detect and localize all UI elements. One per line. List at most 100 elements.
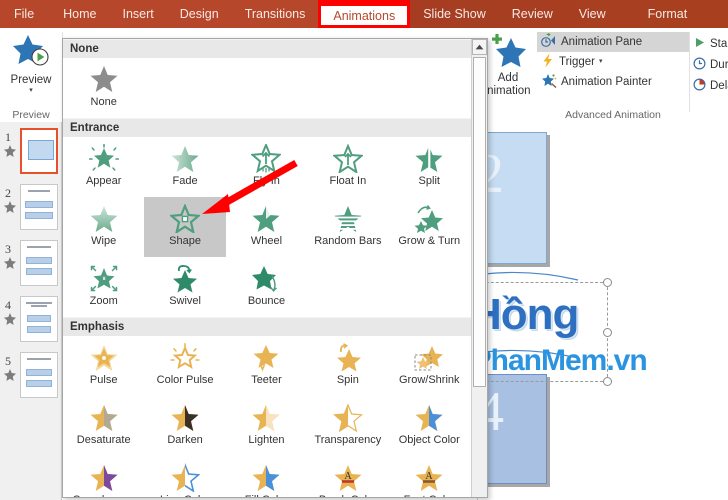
star-line-color-icon [170,461,200,493]
duration-row[interactable]: Duration: [690,54,728,75]
animation-item-teeter[interactable]: Teeter [226,336,307,396]
animation-item-font-color[interactable]: A Font Color [389,456,470,498]
slide-number: 3 [5,242,11,257]
tab-animations-highlight: Animations [318,0,410,28]
animation-painter-button[interactable]: Animation Painter [537,72,689,92]
animation-item-label: Shape [169,235,201,247]
animation-item-label: Wheel [251,235,282,247]
slide-thumbnail-panel[interactable]: 1 2 3 4 [0,122,62,500]
animation-item-grow-and-turn[interactable]: Grow & Turn [389,197,470,257]
star-object-color-icon [414,401,444,433]
animation-item-label: Split [419,175,440,187]
tab-animations[interactable]: Animations [320,6,408,26]
delay-row[interactable]: Delay: [690,75,728,96]
animation-item-color-pulse[interactable]: Color Pulse [144,336,225,396]
animation-item-transparency[interactable]: Transparency [307,396,388,456]
animation-item-label: Bounce [248,295,285,307]
resize-handle-bottom-right[interactable] [603,377,612,386]
animation-star-icon [3,256,17,270]
gallery-scrollbar[interactable] [471,39,487,497]
preview-button-label: Preview [11,74,52,87]
star-split-icon [414,142,444,174]
animation-item-fill-color[interactable]: Fill Color [226,456,307,498]
animation-item-swivel[interactable]: Swivel [144,257,225,317]
slide-thumbnail-5[interactable] [20,352,58,398]
tab-animations-label: Animations [333,9,395,23]
animation-item-fly-in[interactable]: Fly In [226,137,307,197]
animation-item-pulse[interactable]: Pulse [63,336,144,396]
ribbon-group-preview-label: Preview [0,109,62,121]
animation-item-desaturate[interactable]: Desaturate [63,396,144,456]
animation-item-float-in[interactable]: Float In [307,137,388,197]
tab-transitions[interactable]: Transitions [232,0,319,28]
star-complement-icon [89,461,119,493]
tab-slide-show[interactable]: Slide Show [410,0,499,28]
start-row[interactable]: Start: [690,33,728,54]
gallery-section-header-emphasis: Emphasis [63,317,487,336]
slide-thumbnail-4[interactable] [20,296,58,342]
animation-item-label: Teeter [251,374,282,386]
slide-stage[interactable]: 2 4 Hồng ThuThuatPhanMem.vn [477,122,727,500]
slide-number: 1 [5,130,11,145]
star-transparency-icon [333,401,363,433]
star-font-color-icon: A [414,461,444,493]
animation-item-zoom[interactable]: Zoom [63,257,144,317]
tab-insert[interactable]: Insert [110,0,167,28]
animation-item-object-color[interactable]: Object Color [389,396,470,456]
scrollbar-thumb[interactable] [473,57,486,387]
animation-item-lighten[interactable]: Lighten [226,396,307,456]
animation-item-split[interactable]: Split [389,137,470,197]
tab-home[interactable]: Home [50,0,109,28]
animation-item-random-bars[interactable]: Random Bars [307,197,388,257]
animation-pane-button[interactable]: Animation Pane [537,32,689,52]
gallery-section-header-entrance: Entrance [63,118,487,137]
animation-item-darken[interactable]: Darken [144,396,225,456]
animation-item-appear[interactable]: Appear [63,137,144,197]
animation-item-label: Spin [337,374,359,386]
slide-thumbnail-2[interactable] [20,184,58,230]
slide-thumbnail-item[interactable]: 2 [0,184,61,234]
animation-item-wheel[interactable]: Wheel [226,197,307,257]
preview-dropdown-caret-icon[interactable]: ▾ [29,87,33,95]
tab-format[interactable]: Format [635,0,701,28]
animation-item-wipe[interactable]: Wipe [63,197,144,257]
animation-item-label: Appear [86,175,121,187]
animation-painter-icon [541,73,557,91]
tab-design[interactable]: Design [167,0,232,28]
scroll-up-arrow-icon[interactable] [472,39,487,55]
watermark-blue-text: PhanMem.vn [472,344,647,377]
tab-file[interactable]: File [0,0,50,28]
thumbnail-content-bar [26,380,52,387]
animation-item-none[interactable]: None [63,58,144,118]
tab-view[interactable]: View [566,0,619,28]
animation-item-grow-shrink[interactable]: Grow/Shrink [389,336,470,396]
animation-item-bounce[interactable]: Bounce [226,257,307,317]
animation-gallery-dropdown[interactable]: None None Entrance Appear [62,38,488,498]
animation-item-label: Grow & Turn [398,235,460,247]
slide-thumbnail-1[interactable] [20,128,58,174]
slide-thumbnail-item[interactable]: 1 [0,128,61,178]
animation-item-brush-color[interactable]: A Brush Color [307,456,388,498]
animation-item-fade[interactable]: Fade [144,137,225,197]
animation-item-complementary-color[interactable]: Compleme... [63,456,144,498]
add-animation-label-line1: Add [498,72,518,85]
tab-review[interactable]: Review [499,0,566,28]
slide-thumbnail-3[interactable] [20,240,58,286]
slide-thumbnail-item[interactable]: 3 [0,240,61,290]
animation-item-label: Line Color [160,494,210,498]
slide-thumbnail-item[interactable]: 4 [0,296,61,346]
resize-handle-top-right[interactable] [603,278,612,287]
preview-button[interactable]: Preview ▾ [0,28,62,95]
resize-handle-middle-right[interactable] [603,328,612,337]
star-brush-color-icon: A [333,461,363,493]
tab-format-label: Format [648,7,688,21]
trigger-button[interactable]: Trigger ▾ [537,52,689,72]
animation-item-line-color[interactable]: Line Color [144,456,225,498]
slide-number: 5 [5,354,11,369]
animation-item-spin[interactable]: Spin [307,336,388,396]
tab-file-label: File [14,7,34,21]
slide-thumbnail-item[interactable]: 5 [0,352,61,402]
trigger-dropdown-caret-icon[interactable]: ▾ [599,58,603,66]
animation-item-shape[interactable]: Shape [144,197,225,257]
tab-view-label: View [579,7,606,21]
